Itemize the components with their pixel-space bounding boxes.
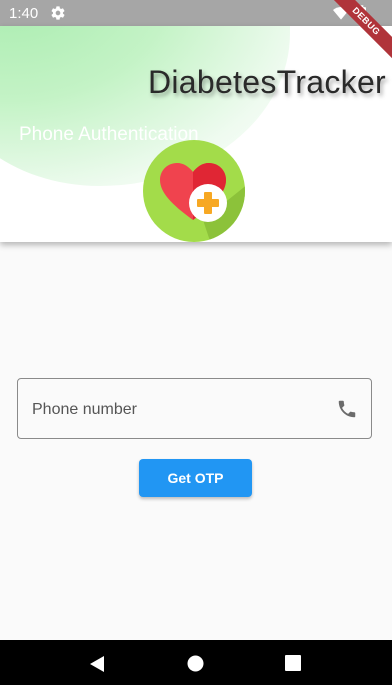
phone-number-input[interactable] <box>30 379 324 440</box>
app-title: DiabetesTracker <box>147 64 386 100</box>
status-time: 1:40 <box>9 5 39 22</box>
gear-icon <box>51 6 65 20</box>
navigation-bar <box>0 640 392 685</box>
get-otp-button[interactable]: Get OTP <box>139 459 252 497</box>
status-bar: 1:40 <box>0 0 392 26</box>
home-icon[interactable] <box>187 655 204 672</box>
app-header: DiabetesTracker Phone Authentication <box>0 26 392 242</box>
back-icon[interactable] <box>88 655 106 673</box>
page-subtitle: Phone Authentication <box>19 124 199 145</box>
recent-apps-icon[interactable] <box>285 655 301 671</box>
phone-icon <box>338 400 356 418</box>
heart-plus-icon <box>143 140 245 242</box>
phone-number-field[interactable] <box>17 378 372 440</box>
